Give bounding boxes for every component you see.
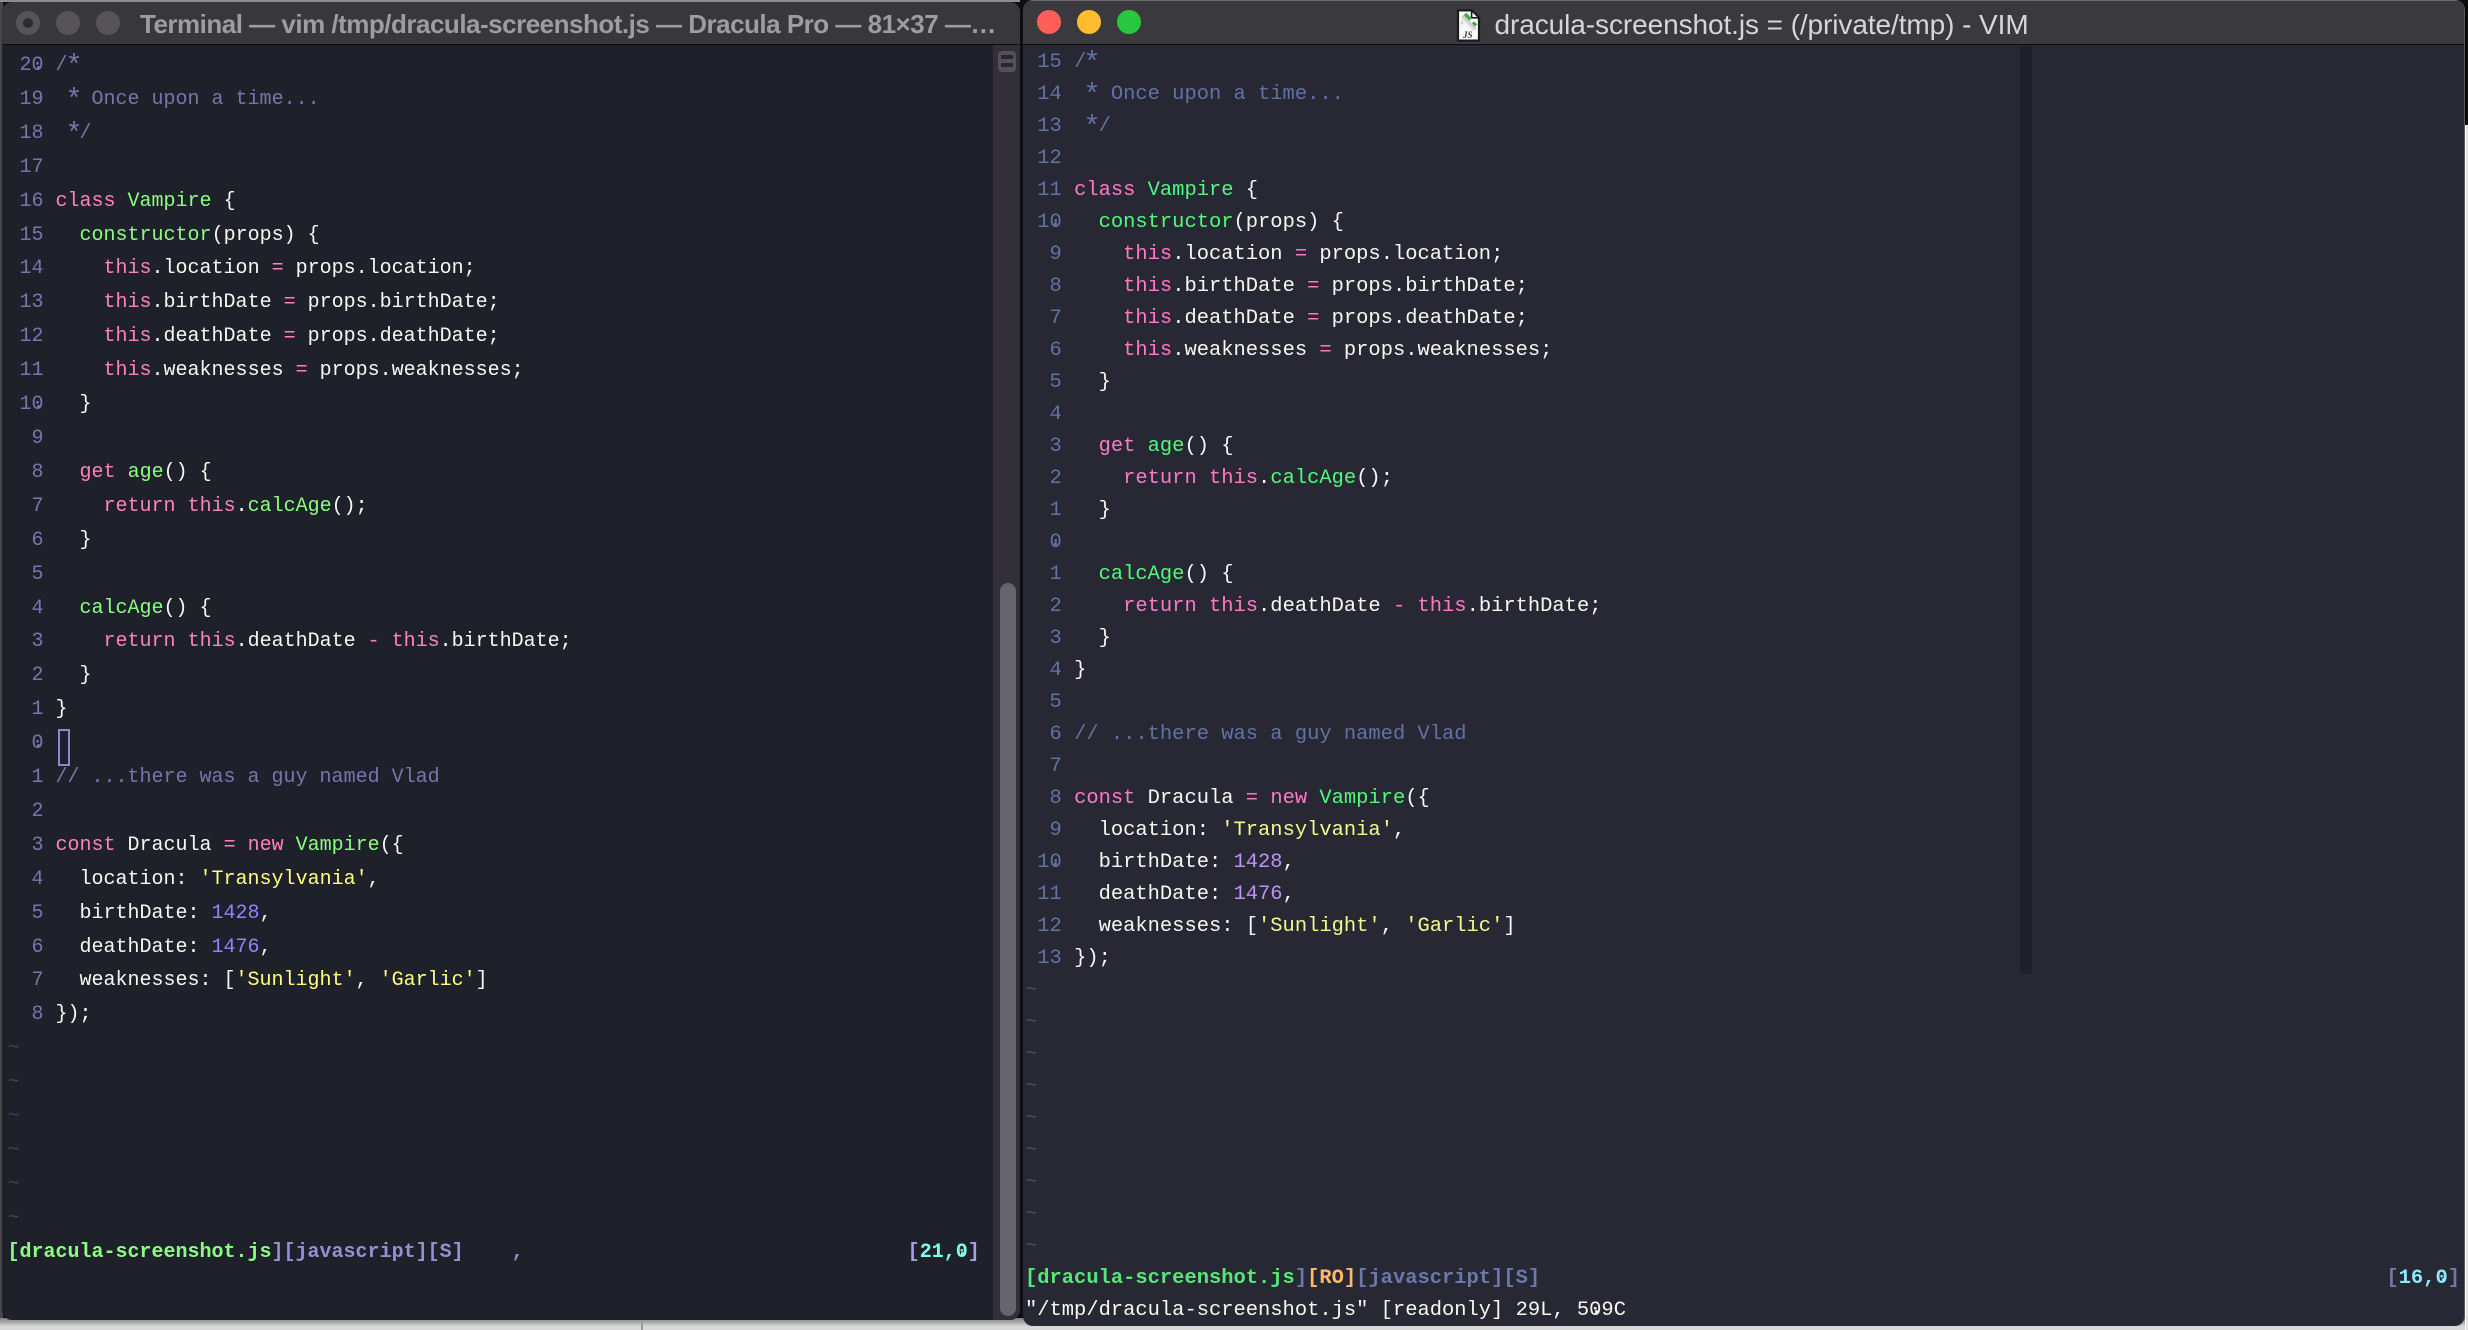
svg-text:JS: JS <box>1462 30 1473 40</box>
